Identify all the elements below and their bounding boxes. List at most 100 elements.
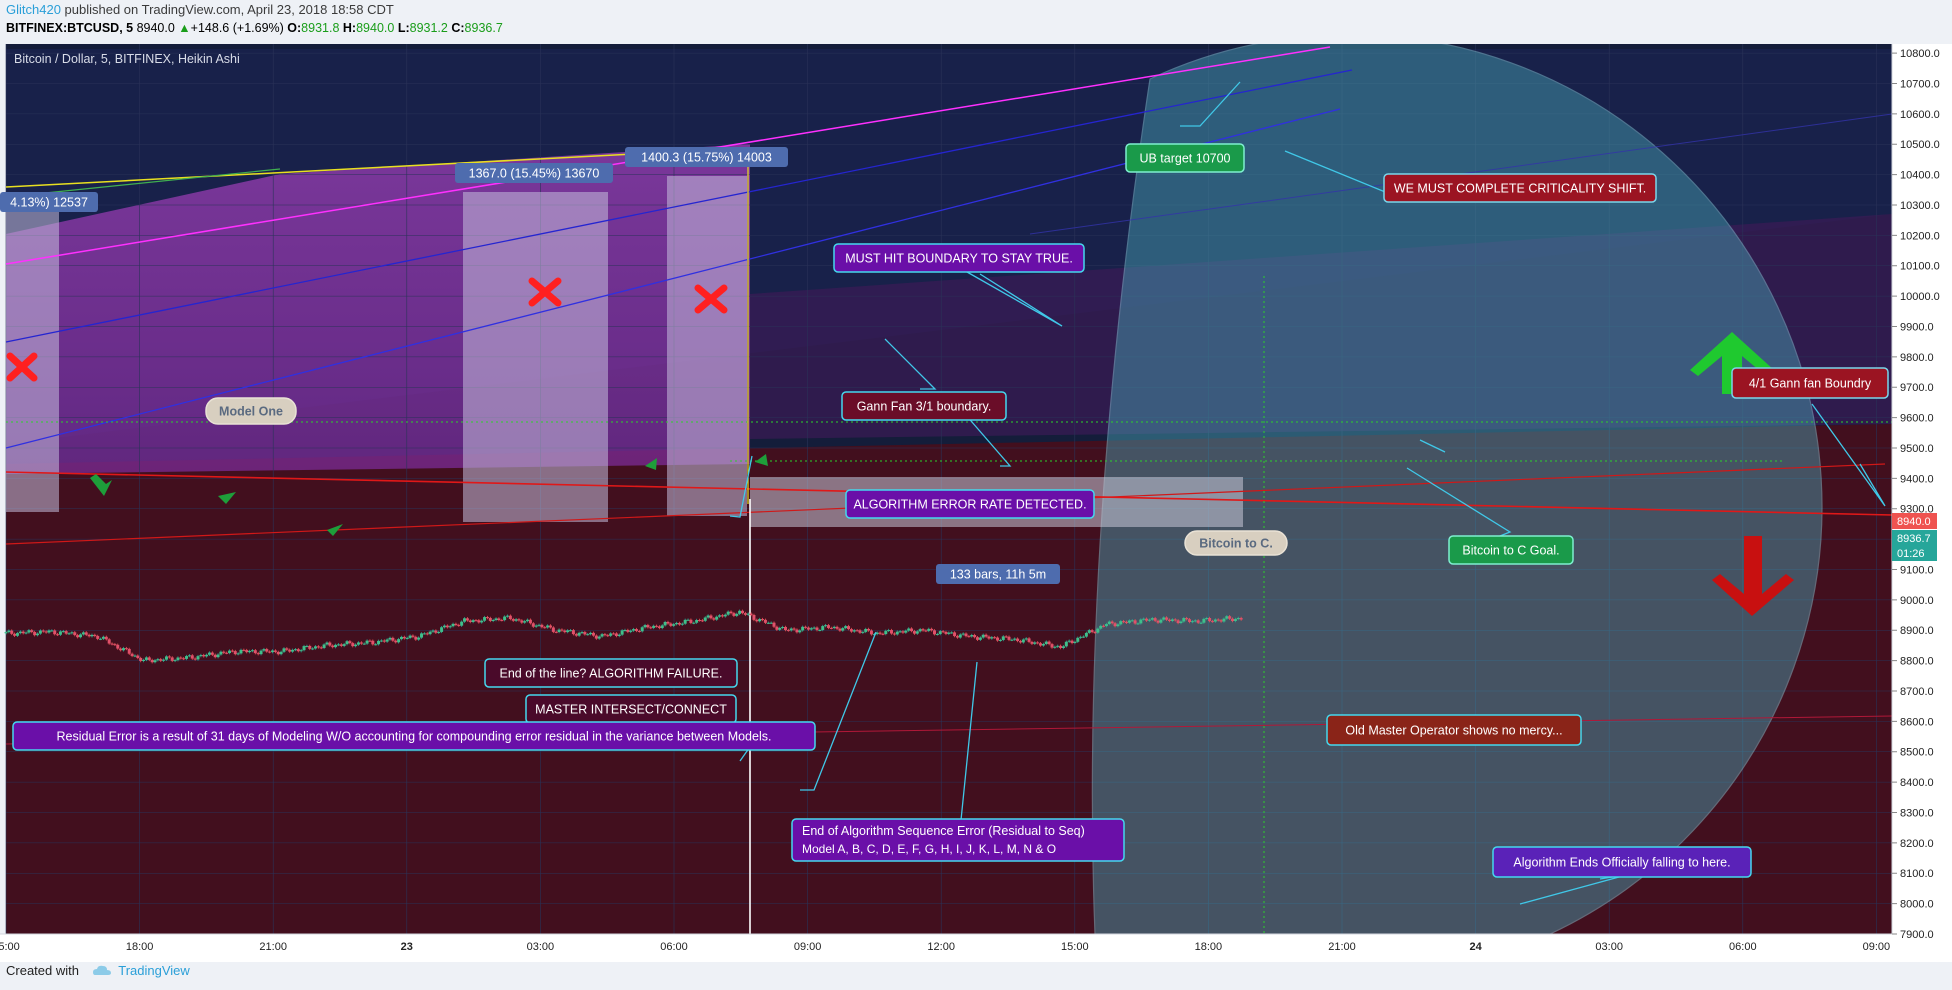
candle	[818, 630, 822, 632]
candle	[1216, 619, 1220, 621]
candle	[397, 639, 401, 643]
candle	[93, 634, 97, 636]
candle	[887, 630, 891, 632]
candle	[1176, 620, 1180, 624]
candle	[993, 637, 997, 639]
y-tick-label: 8700.0	[1900, 686, 1934, 698]
candle	[546, 625, 550, 628]
annotation-text: ALGORITHM ERROR RATE DETECTED.	[853, 498, 1086, 512]
measure-box-2	[463, 192, 608, 522]
candle	[606, 635, 610, 637]
candle	[924, 630, 928, 632]
y-tick-label: 9500.0	[1900, 443, 1934, 455]
candle	[440, 627, 444, 632]
candle	[96, 635, 100, 639]
candle	[1228, 616, 1232, 619]
measure-label: 1367.0 (15.45%) 13670	[469, 167, 600, 181]
chart-area[interactable]: Model One UB target 10700 WE MUST COMPLETE…	[0, 44, 1952, 962]
candle	[1090, 630, 1094, 633]
candle	[1119, 621, 1123, 625]
candle	[199, 655, 203, 657]
candle	[1125, 621, 1129, 623]
candle	[305, 645, 309, 647]
candle	[847, 626, 851, 630]
candle	[50, 630, 54, 632]
candle	[996, 637, 1000, 641]
candle	[789, 628, 793, 631]
candle	[1047, 641, 1051, 645]
candle	[253, 650, 257, 654]
candle	[566, 630, 570, 633]
candle	[1110, 621, 1114, 624]
candle	[1061, 646, 1065, 648]
candle	[480, 620, 484, 623]
candle	[104, 636, 108, 640]
candle	[698, 620, 702, 622]
measure-label: 133 bars, 11h 5m	[950, 568, 1046, 582]
candle	[1145, 618, 1149, 621]
publish-text: published on TradingView.com, April 23, …	[60, 2, 394, 17]
candle	[1170, 619, 1174, 621]
candle	[557, 629, 561, 633]
candle	[1133, 620, 1137, 624]
candle	[655, 625, 659, 627]
candle	[591, 632, 595, 636]
candle	[374, 644, 378, 646]
y-tick-label: 8500.0	[1900, 747, 1934, 759]
annotation-text: Residual Error is a result of 31 days of…	[57, 730, 772, 744]
high-value: 8940.0	[356, 21, 395, 35]
candle	[511, 619, 515, 621]
candle	[912, 631, 916, 634]
candle	[196, 656, 200, 660]
y-tick-label: 9600.0	[1900, 413, 1934, 425]
candle	[159, 659, 163, 661]
candle	[743, 613, 747, 615]
candle	[554, 631, 558, 633]
candle	[319, 647, 323, 649]
candle	[738, 610, 742, 614]
candle	[10, 630, 14, 634]
price-tag-label: 01:26	[1897, 548, 1925, 560]
candle	[144, 657, 148, 660]
candle	[869, 630, 873, 635]
candle	[213, 654, 217, 658]
candle	[402, 636, 406, 639]
candle	[1116, 624, 1120, 627]
candle	[1104, 624, 1108, 627]
candle	[663, 621, 667, 626]
candle	[185, 656, 189, 659]
y-tick-label: 8900.0	[1900, 625, 1934, 637]
candle	[1084, 632, 1088, 637]
candle	[706, 615, 710, 618]
candle	[1233, 619, 1237, 622]
candle	[881, 633, 885, 635]
candle	[987, 636, 991, 639]
x-tick-label: 23	[401, 941, 413, 953]
candle	[233, 651, 237, 655]
chart-svg[interactable]: Model One UB target 10700 WE MUST COMPLETE…	[0, 44, 1952, 962]
candle	[230, 650, 234, 652]
candle	[695, 620, 699, 623]
candle	[1044, 641, 1048, 645]
candle	[325, 642, 329, 645]
candle	[620, 630, 624, 635]
y-tick-label: 8100.0	[1900, 868, 1934, 880]
author-link[interactable]: Glitch420	[6, 2, 61, 17]
close-label: C:	[451, 21, 465, 35]
tradingview-link[interactable]: TradingView	[118, 963, 190, 978]
candle	[732, 613, 736, 616]
candle	[1179, 621, 1183, 624]
candle	[652, 625, 656, 628]
candle	[38, 630, 42, 634]
candle	[176, 657, 180, 661]
candle	[242, 649, 246, 651]
candle	[414, 636, 418, 640]
candle	[589, 632, 593, 635]
candle	[331, 645, 335, 648]
candle	[328, 642, 332, 646]
price-labels: 8940.0 8936.7 01:26	[1892, 513, 1937, 561]
candle	[597, 636, 601, 639]
candle	[609, 633, 613, 636]
candle	[411, 635, 415, 637]
candle	[1070, 640, 1074, 643]
